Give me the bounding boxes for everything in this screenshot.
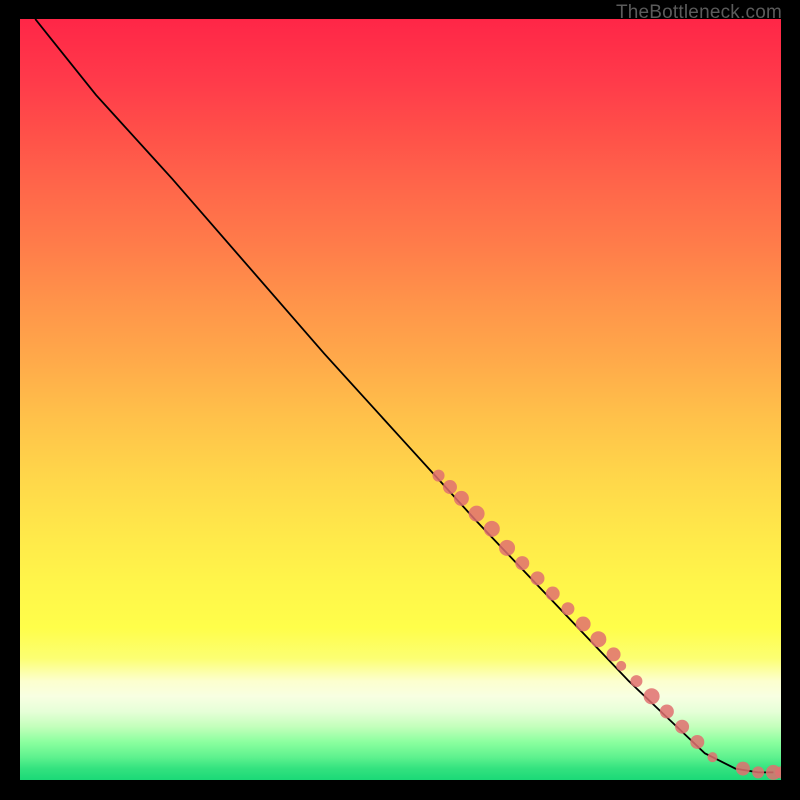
chart-gradient-background	[20, 19, 781, 780]
watermark-text: TheBottleneck.com	[616, 2, 782, 24]
